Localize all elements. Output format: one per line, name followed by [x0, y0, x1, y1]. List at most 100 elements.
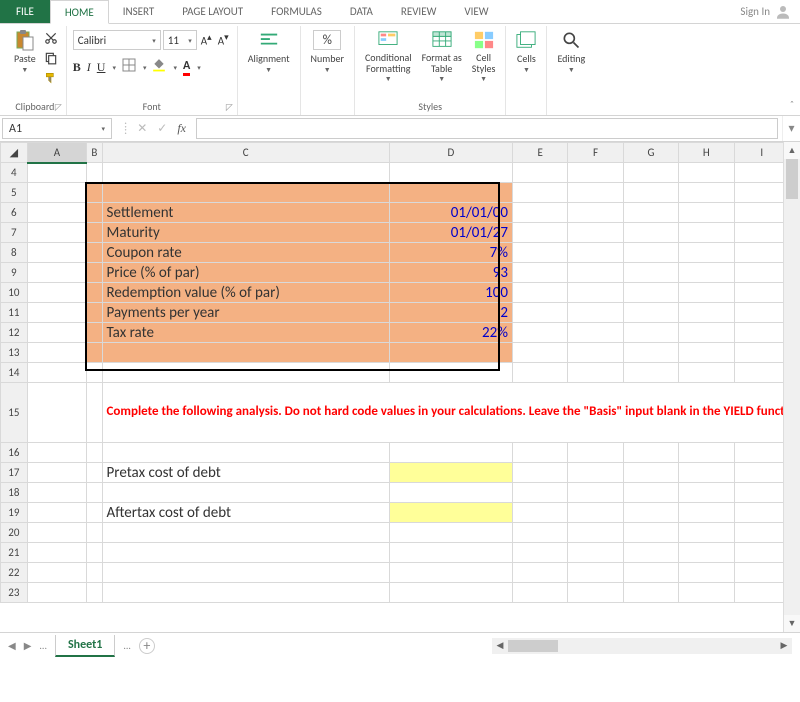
fill-color-button[interactable] [152, 58, 166, 76]
cell-value[interactable]: 22% [389, 323, 512, 343]
row-header[interactable]: 21 [1, 543, 28, 563]
cell-value[interactable]: 7% [389, 243, 512, 263]
paste-button[interactable]: Paste ▼ [10, 28, 40, 76]
row-header[interactable]: 6 [1, 203, 28, 223]
row-header[interactable]: 14 [1, 363, 28, 383]
cell-value[interactable]: 2 [389, 303, 512, 323]
cell-label[interactable]: Maturity [102, 223, 389, 243]
font-name-select[interactable]: Calibri▾ [73, 30, 161, 50]
cell-label[interactable]: Payments per year [102, 303, 389, 323]
cell-label[interactable]: Settlement [102, 203, 389, 223]
col-header[interactable]: F [568, 143, 623, 163]
sheet-nav-ellipsis[interactable]: ... [39, 639, 47, 652]
row-header[interactable]: 5 [1, 183, 28, 203]
row-header[interactable]: 7 [1, 223, 28, 243]
col-header[interactable]: E [512, 143, 567, 163]
cell-label[interactable]: Pretax cost of debt [102, 463, 389, 483]
answer-cell[interactable] [389, 503, 512, 523]
conditional-formatting-button[interactable]: ConditionalFormatting▼ [361, 28, 416, 85]
instruction-text[interactable]: Complete the following analysis. Do not … [102, 383, 789, 443]
row-header[interactable]: 23 [1, 583, 28, 603]
dialog-launcher-icon[interactable]: ◸ [55, 102, 62, 113]
answer-cell[interactable] [389, 463, 512, 483]
tab-insert[interactable]: INSERT [109, 0, 169, 23]
cells-button[interactable]: Cells ▼ [512, 28, 540, 76]
row-header[interactable]: 13 [1, 343, 28, 363]
horizontal-scrollbar[interactable]: ◀ ▶ [492, 638, 792, 654]
bold-button[interactable]: B [73, 60, 81, 75]
scroll-right-button[interactable]: ▶ [776, 640, 792, 651]
row-header[interactable]: 10 [1, 283, 28, 303]
row-header[interactable]: 4 [1, 163, 28, 183]
enter-formula-button[interactable]: ✓ [157, 121, 167, 136]
tab-page-layout[interactable]: PAGE LAYOUT [168, 0, 257, 23]
cell-label[interactable]: Tax rate [102, 323, 389, 343]
editing-button[interactable]: Editing ▼ [553, 28, 589, 76]
border-button[interactable] [122, 58, 136, 76]
font-color-button[interactable]: A [183, 59, 190, 76]
grow-font-button[interactable]: A▴ [199, 32, 214, 48]
cell-styles-button[interactable]: CellStyles▼ [468, 28, 500, 85]
dialog-launcher-icon[interactable]: ◸ [226, 102, 233, 113]
formula-input[interactable] [196, 118, 778, 139]
add-sheet-button[interactable]: + [139, 638, 155, 654]
tab-data[interactable]: DATA [336, 0, 387, 23]
col-header[interactable]: I [734, 143, 790, 163]
cell-label[interactable]: Price (% of par) [102, 263, 389, 283]
tab-file[interactable]: FILE [0, 0, 50, 23]
cell-label[interactable]: Redemption value (% of par) [102, 283, 389, 303]
name-box[interactable]: A1▾ [2, 118, 112, 139]
row-header[interactable]: 8 [1, 243, 28, 263]
shrink-font-button[interactable]: A▾ [216, 32, 231, 48]
alignment-button[interactable]: Alignment ▼ [244, 28, 294, 76]
col-header[interactable]: B [87, 143, 102, 163]
cell[interactable] [27, 163, 87, 183]
cell-value[interactable]: 01/01/27 [389, 223, 512, 243]
col-header[interactable]: A [27, 143, 87, 163]
vertical-scrollbar[interactable]: ▲ ▼ [783, 142, 800, 632]
insert-function-button[interactable]: fx [177, 121, 186, 136]
sheet-nav-prev[interactable]: ◀ [8, 639, 16, 652]
row-header[interactable]: 17 [1, 463, 28, 483]
row-header[interactable]: 9 [1, 263, 28, 283]
row-header[interactable]: 22 [1, 563, 28, 583]
row-header[interactable]: 15 [1, 383, 28, 443]
tab-view[interactable]: VIEW [450, 0, 502, 23]
collapse-ribbon-button[interactable]: ˆ [790, 98, 794, 111]
col-header[interactable]: D [389, 143, 512, 163]
italic-button[interactable]: I [87, 60, 91, 75]
row-header[interactable]: 12 [1, 323, 28, 343]
tab-formulas[interactable]: FORMULAS [257, 0, 336, 23]
select-all-button[interactable]: ◢ [1, 143, 28, 163]
sheet-nav-next[interactable]: ▶ [24, 639, 32, 652]
row-header[interactable]: 19 [1, 503, 28, 523]
row-header[interactable]: 16 [1, 443, 28, 463]
cut-button[interactable] [42, 30, 60, 46]
cancel-formula-button[interactable]: ✕ [137, 121, 147, 136]
scroll-thumb[interactable] [786, 159, 798, 199]
row-header[interactable]: 11 [1, 303, 28, 323]
number-format-button[interactable]: % Number ▼ [307, 28, 348, 76]
scroll-up-button[interactable]: ▲ [784, 142, 800, 159]
sign-in[interactable]: Sign In [732, 0, 800, 23]
copy-button[interactable] [42, 50, 60, 66]
format-as-table-button[interactable]: Format asTable▼ [418, 28, 466, 85]
scroll-thumb[interactable] [508, 640, 558, 652]
format-painter-button[interactable] [42, 70, 60, 86]
cell-label[interactable]: Coupon rate [102, 243, 389, 263]
scroll-down-button[interactable]: ▼ [784, 615, 800, 632]
row-header[interactable]: 18 [1, 483, 28, 503]
col-header[interactable]: C [102, 143, 389, 163]
underline-button[interactable]: U [97, 60, 106, 75]
cell-value[interactable]: 93 [389, 263, 512, 283]
col-header[interactable]: H [679, 143, 734, 163]
tab-review[interactable]: REVIEW [387, 0, 451, 23]
font-size-select[interactable]: 11▾ [163, 30, 197, 50]
cell-label[interactable]: Aftertax cost of debt [102, 503, 389, 523]
scroll-left-button[interactable]: ◀ [492, 640, 508, 651]
col-header[interactable]: G [623, 143, 678, 163]
cell-value[interactable]: 100 [389, 283, 512, 303]
cell-value[interactable]: 01/01/00 [389, 203, 512, 223]
expand-formula-bar-button[interactable]: ▾ [782, 116, 800, 141]
sheet-tab[interactable]: Sheet1 [55, 635, 115, 657]
